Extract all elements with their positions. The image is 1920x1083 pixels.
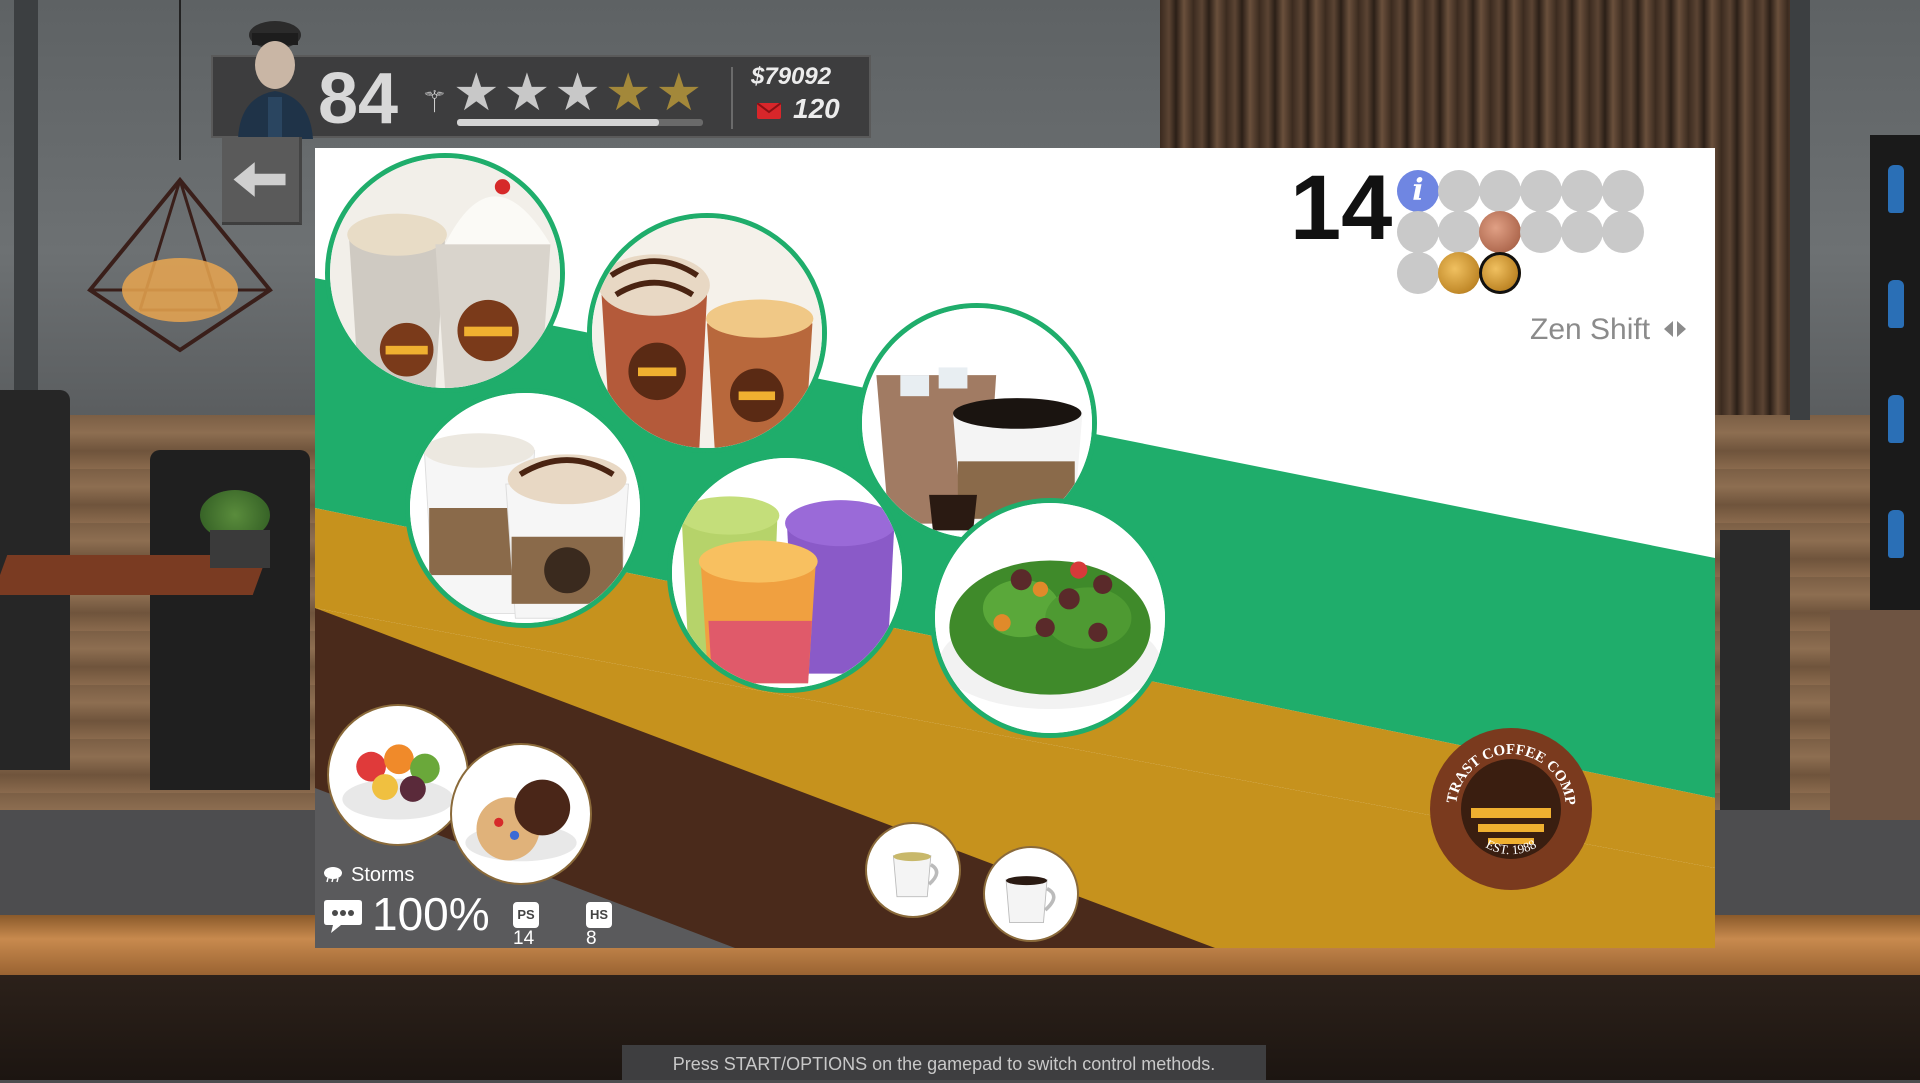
mail-count: 120 <box>793 93 840 124</box>
day-dot[interactable] <box>1520 170 1562 212</box>
day-dot-current[interactable] <box>1479 252 1521 294</box>
perfect-streak-tag: PS14 <box>513 902 542 948</box>
star-icon: ★ <box>453 64 500 122</box>
hs-badge: HS <box>586 902 612 928</box>
day-dot[interactable] <box>1602 211 1644 253</box>
rating-percent: 100% <box>372 888 490 940</box>
back-button[interactable] <box>222 137 302 225</box>
menu-item-fruit-cup[interactable] <box>329 706 467 844</box>
info-icon[interactable]: i <box>1397 170 1439 212</box>
xp-progress-fill <box>457 119 659 126</box>
star-icon: ★ <box>604 64 652 122</box>
side-table <box>1830 610 1920 820</box>
day-number: 14 <box>1290 157 1393 259</box>
day-dot[interactable] <box>1561 170 1603 212</box>
control-hint: Press START/OPTIONS on the gamepad to sw… <box>622 1045 1266 1080</box>
xp-progress-bar <box>457 119 703 126</box>
brand-logo: CONTRAST COFFEE COMPANY EST. 1988 <box>1428 726 1592 890</box>
day-dot[interactable] <box>1602 170 1644 212</box>
day-dot[interactable] <box>1438 211 1480 253</box>
weather-label: Storms <box>351 864 415 886</box>
support-column <box>14 0 38 420</box>
mail-icon <box>757 103 781 119</box>
level-icon: ⚚ <box>421 86 448 119</box>
day-dot[interactable] <box>1397 252 1439 294</box>
star-icon: ★ <box>655 64 703 122</box>
lamp-wire <box>179 0 181 160</box>
menu-item-hot-lattes[interactable] <box>405 388 645 628</box>
chair <box>1720 530 1790 810</box>
money-amount: $79092 <box>751 63 832 90</box>
support-column <box>1790 0 1810 420</box>
day-dot[interactable] <box>1397 211 1439 253</box>
day-dot[interactable] <box>1520 211 1562 253</box>
star-rating: ★ ★ ★ ★ ★ <box>453 64 703 122</box>
menu-board: CONTRAST COFFEE COMPANY EST. 1988 14 i Z… <box>315 148 1715 948</box>
menu-item-tea[interactable] <box>867 824 959 916</box>
shift-mode-selector[interactable]: Zen Shift <box>1530 313 1688 347</box>
ps-value: 14 <box>513 928 535 948</box>
weather-status: Storms <box>323 864 414 887</box>
menu-item-black-coffee[interactable] <box>985 848 1077 940</box>
player-status-bar: 84 ⚚ ★ ★ ★ ★ ★ $79092 120 <box>211 21 871 139</box>
player-level: 84 <box>318 59 399 139</box>
speech-bubble-icon <box>324 900 362 933</box>
day-dot[interactable] <box>1561 211 1603 253</box>
menu-item-cookies[interactable] <box>452 745 590 883</box>
menu-item-salad[interactable] <box>930 498 1170 738</box>
storm-cloud-icon <box>324 867 342 883</box>
ps-badge: PS <box>513 902 539 928</box>
day-dot[interactable] <box>1479 170 1521 212</box>
shift-mode-label: Zen Shift <box>1530 313 1651 346</box>
hs-value: 8 <box>586 928 597 948</box>
menu-item-iced-coffee-frappes[interactable] <box>587 213 827 453</box>
arrow-left-icon <box>233 162 286 197</box>
divider <box>731 67 733 129</box>
chef-avatar[interactable] <box>228 17 323 139</box>
plant-pot <box>210 530 270 568</box>
left-right-arrows-icon <box>1664 321 1687 337</box>
day-dot-gold[interactable] <box>1438 252 1480 294</box>
star-icon: ★ <box>554 64 601 122</box>
menu-item-milkshakes[interactable] <box>325 153 565 393</box>
day-dot[interactable] <box>1438 170 1480 212</box>
high-score-tag: HS8 <box>586 902 615 948</box>
star-icon: ★ <box>503 64 551 122</box>
menu-item-smoothies[interactable] <box>667 453 907 693</box>
day-dot-bronze[interactable] <box>1479 211 1521 253</box>
